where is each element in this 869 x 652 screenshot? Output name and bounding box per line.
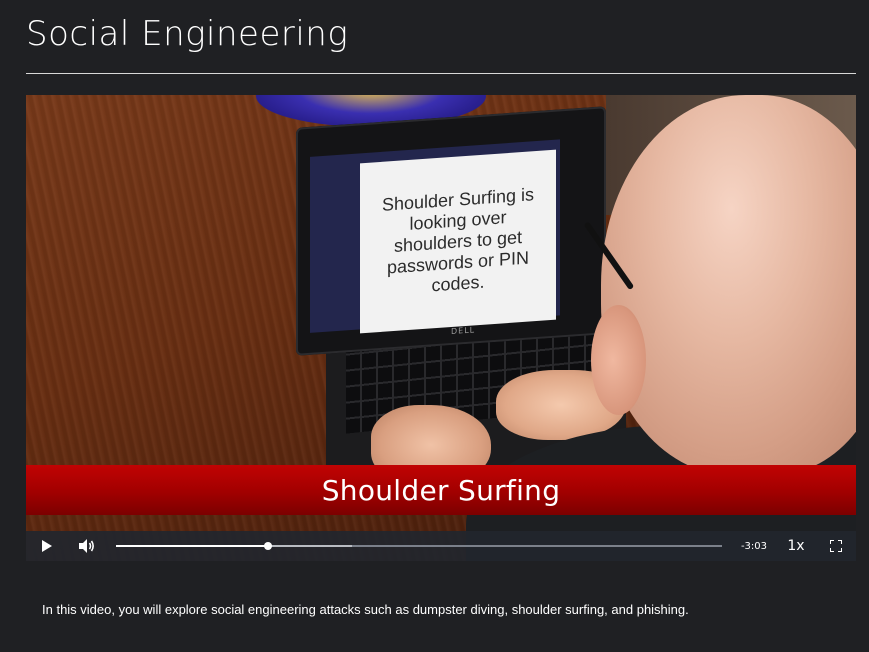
volume-button[interactable] — [76, 531, 98, 561]
title-divider — [26, 73, 856, 74]
laptop-brand-logo: DELL — [451, 325, 476, 336]
volume-icon — [79, 539, 94, 553]
video-controls-bar: -3:03 1x — [26, 531, 856, 561]
time-remaining: -3:03 — [740, 540, 768, 552]
page-title: Social Engineering — [26, 14, 349, 54]
laptop-screen: Shoulder Surfing is looking over shoulde… — [310, 139, 560, 334]
play-button[interactable] — [36, 531, 58, 561]
laptop-slide-text: Shoulder Surfing is looking over shoulde… — [360, 149, 556, 334]
video-player[interactable]: Shoulder Surfing is looking over shoulde… — [26, 95, 856, 561]
person-ear — [591, 305, 646, 415]
fullscreen-icon — [830, 540, 842, 552]
play-icon — [42, 540, 52, 552]
progress-handle[interactable] — [263, 542, 272, 550]
fullscreen-button[interactable] — [826, 531, 846, 561]
laptop-lid: Shoulder Surfing is looking over shoulde… — [296, 106, 606, 356]
video-caption-text: Shoulder Surfing — [321, 473, 561, 507]
progress-played — [116, 545, 268, 547]
video-caption-bar: Shoulder Surfing — [26, 465, 856, 515]
video-description: In this video, you will explore social e… — [42, 602, 689, 617]
progress-track[interactable] — [116, 542, 722, 550]
playback-speed-button[interactable]: 1x — [782, 531, 810, 561]
